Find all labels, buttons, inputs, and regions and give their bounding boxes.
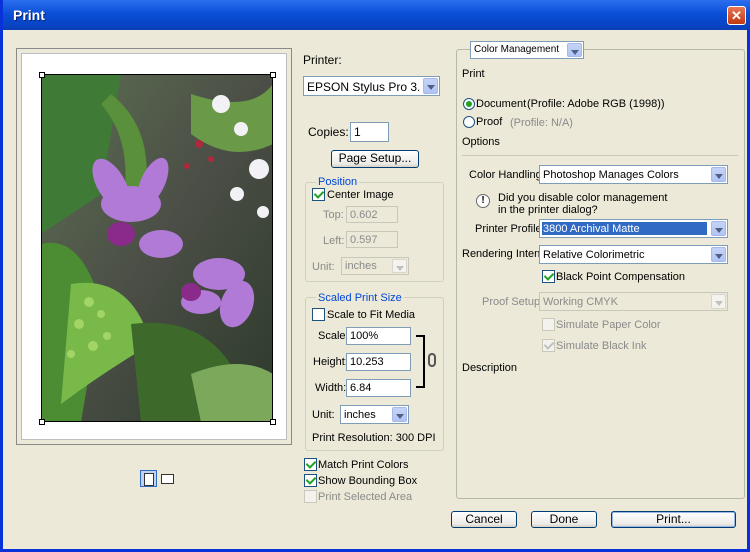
mode-select-value: Color Management: [474, 44, 560, 55]
rendering-intent-select[interactable]: Relative Colorimetric: [539, 245, 728, 264]
left-label: Left:: [323, 235, 345, 247]
printer-select-value: EPSON Stylus Pro 3...: [307, 80, 419, 94]
center-image-label: Center Image: [327, 189, 394, 201]
bbox-handle[interactable]: [270, 419, 276, 425]
done-button[interactable]: Done: [531, 511, 597, 528]
simulate-black-ink-label: Simulate Black Ink: [556, 340, 647, 352]
top-label: Top:: [323, 209, 344, 221]
chevron-down-icon: [392, 407, 407, 422]
proof-setup-value: Working CMYK: [543, 296, 618, 308]
height-label: Height:: [313, 356, 348, 368]
document-profile: (Profile: Adobe RGB (1998)): [527, 98, 665, 110]
bbox-handle[interactable]: [39, 419, 45, 425]
warning-line-1: Did you disable color management: [498, 192, 668, 204]
proof-profile: (Profile: N/A): [510, 117, 573, 129]
chevron-down-icon: [711, 167, 726, 182]
position-unit-value: inches: [345, 260, 377, 272]
chevron-down-icon: [711, 247, 726, 262]
document-radio[interactable]: [463, 98, 475, 110]
center-image-checkbox[interactable]: [312, 188, 325, 201]
proof-radio[interactable]: [463, 116, 475, 128]
constrain-bracket: [416, 335, 425, 388]
black-point-compensation-label: Black Point Compensation: [556, 271, 686, 283]
position-unit-select[interactable]: inches: [341, 257, 409, 275]
proof-setup-select[interactable]: Working CMYK: [539, 292, 728, 311]
scaled-unit-select[interactable]: inches: [340, 405, 409, 424]
color-handling-select[interactable]: Photoshop Manages Colors: [539, 165, 728, 184]
match-print-colors-label: Match Print Colors: [318, 459, 409, 471]
description-heading: Description: [462, 362, 518, 374]
cancel-button[interactable]: Cancel: [451, 511, 517, 528]
chain-link-icon[interactable]: [428, 353, 436, 367]
printer-label: Printer:: [303, 53, 342, 67]
title-bar[interactable]: Print ✕: [3, 0, 750, 30]
color-handling-label: Color Handling:: [469, 169, 545, 181]
height-input[interactable]: 10.253: [346, 353, 411, 371]
show-bounding-box-label: Show Bounding Box: [318, 475, 418, 487]
scaled-unit-value: inches: [344, 409, 376, 421]
options-heading: Options: [462, 136, 500, 148]
copies-input[interactable]: 1: [350, 122, 389, 142]
portrait-orientation-icon: [144, 473, 154, 486]
simulate-black-ink-checkbox[interactable]: [542, 339, 555, 352]
scale-to-fit-checkbox[interactable]: [312, 308, 325, 321]
proof-label: Proof: [476, 116, 503, 128]
options-divider: [462, 155, 738, 156]
printer-select[interactable]: EPSON Stylus Pro 3...: [303, 76, 440, 96]
simulate-paper-color-checkbox[interactable]: [542, 318, 555, 331]
window-title: Print: [13, 7, 45, 23]
print-dialog: Print ✕ Printer: EPSON Stylus Pro 3... C…: [0, 0, 750, 552]
show-bounding-box-checkbox[interactable]: [304, 474, 317, 487]
info-icon: !: [476, 194, 490, 208]
rendering-intent-label: Rendering Intent:: [462, 248, 547, 260]
print-selected-area-label: Print Selected Area: [318, 491, 413, 503]
print-resolution: Print Resolution: 300 DPI: [312, 432, 436, 444]
close-icon: ✕: [731, 8, 742, 23]
bbox-handle[interactable]: [39, 72, 45, 78]
close-button[interactable]: ✕: [727, 6, 746, 25]
bbox-handle[interactable]: [270, 72, 276, 78]
print-selected-area-checkbox[interactable]: [304, 490, 317, 503]
landscape-orientation-button[interactable]: [159, 470, 176, 487]
proof-setup-label: Proof Setup:: [482, 296, 544, 308]
landscape-orientation-icon: [161, 474, 174, 484]
chevron-down-icon: [423, 78, 438, 94]
print-button[interactable]: Print...: [611, 511, 736, 528]
bounding-box[interactable]: [41, 74, 273, 422]
scale-label: Scale:: [318, 330, 349, 342]
printer-profile-select[interactable]: 3800 Archival Matte: [539, 219, 728, 238]
print-heading: Print: [462, 68, 485, 80]
scale-to-fit-label: Scale to Fit Media: [327, 309, 416, 321]
chevron-down-icon: [711, 221, 726, 236]
rendering-intent-value: Relative Colorimetric: [543, 249, 645, 261]
chevron-down-icon: [711, 294, 726, 309]
chevron-down-icon: [392, 259, 407, 273]
copies-label: Copies:: [308, 125, 349, 139]
width-input[interactable]: 6.84: [346, 379, 411, 397]
chevron-down-icon: [567, 43, 582, 57]
mode-select[interactable]: Color Management: [470, 41, 584, 59]
document-label: Document: [476, 98, 527, 110]
printer-profile-value: 3800 Archival Matte: [542, 222, 707, 235]
printer-profile-label: Printer Profile:: [475, 223, 545, 235]
simulate-paper-color-label: Simulate Paper Color: [556, 319, 661, 331]
scale-input[interactable]: 100%: [346, 327, 411, 345]
left-input[interactable]: 0.597: [346, 231, 398, 248]
width-label: Width:: [315, 382, 347, 394]
match-print-colors-checkbox[interactable]: [304, 458, 317, 471]
scaled-print-size-title: Scaled Print Size: [316, 292, 404, 304]
position-unit-label: Unit:: [312, 261, 335, 273]
top-input[interactable]: 0.602: [346, 206, 398, 223]
color-handling-value: Photoshop Manages Colors: [543, 169, 679, 181]
scaled-unit-label: Unit:: [312, 409, 335, 421]
portrait-orientation-button[interactable]: [140, 470, 157, 487]
page-setup-button[interactable]: Page Setup...: [331, 150, 419, 168]
warning-line-2: in the printer dialog?: [498, 204, 598, 216]
position-group-title: Position: [316, 176, 360, 188]
black-point-compensation-checkbox[interactable]: [542, 270, 555, 283]
